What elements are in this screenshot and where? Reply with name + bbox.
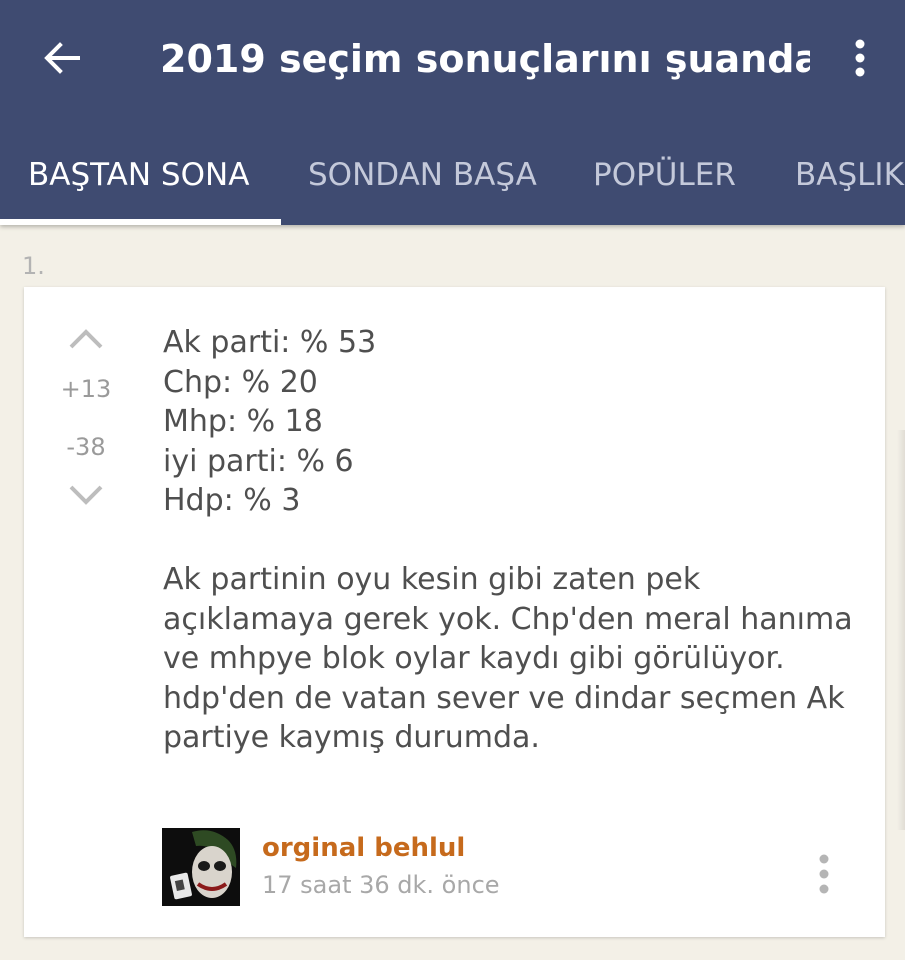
tab-sondan-basa[interactable]: SONDAN BAŞA bbox=[308, 150, 537, 200]
entry-content: Ak parti: % 53 Chp: % 20 Mhp: % 18 iyi p… bbox=[163, 323, 863, 758]
upvote-button[interactable] bbox=[64, 321, 108, 357]
downvote-count: -38 bbox=[66, 433, 106, 461]
upvote-count: +13 bbox=[60, 375, 112, 403]
tab-bastan-sona[interactable]: BAŞTAN SONA bbox=[28, 150, 249, 200]
author-link[interactable]: orginal behlul bbox=[262, 833, 465, 863]
more-vertical-icon bbox=[819, 854, 829, 894]
arrow-left-icon bbox=[44, 42, 80, 74]
paragraph-line: açıklamaya gerek yok. Chp'den meral hanı… bbox=[163, 601, 853, 637]
more-vertical-icon bbox=[855, 39, 865, 77]
paragraph-line: hdp'den de vatan sever ve dindar seçmen … bbox=[163, 680, 845, 716]
result-line: Ak parti: % 53 bbox=[163, 325, 377, 360]
tab-baslik[interactable]: BAŞLIK bbox=[795, 150, 904, 200]
result-line: iyi parti: % 6 bbox=[163, 443, 354, 479]
tab-populer[interactable]: POPÜLER bbox=[593, 150, 736, 200]
paragraph-line: Ak partinin oyu kesin gibi zaten pek bbox=[163, 562, 701, 597]
scroll-edge-shadow bbox=[897, 430, 905, 830]
entry-menu-button[interactable] bbox=[806, 849, 842, 899]
entry-card: +13 -38 Ak parti: % 53 Chp: % 20 Mhp: % … bbox=[24, 287, 885, 937]
entry-timestamp[interactable]: 17 saat 36 dk. önce bbox=[262, 871, 500, 899]
result-line: Mhp: % 18 bbox=[163, 404, 323, 439]
joker-avatar-image bbox=[162, 828, 240, 906]
active-tab-indicator bbox=[0, 219, 281, 225]
result-line: Chp: % 20 bbox=[163, 364, 318, 400]
chevron-up-icon bbox=[69, 329, 103, 349]
overflow-menu-button[interactable] bbox=[838, 34, 882, 82]
chevron-down-icon bbox=[69, 485, 103, 505]
app-bar: 2019 seçim sonuçlarını şuanda... BAŞTAN … bbox=[0, 0, 905, 225]
entry-number: 1. bbox=[22, 252, 45, 280]
avatar[interactable] bbox=[162, 828, 240, 906]
page-title: 2019 seçim sonuçlarını şuanda... bbox=[160, 37, 810, 81]
result-line: Hdp: % 3 bbox=[163, 483, 301, 518]
downvote-button[interactable] bbox=[64, 477, 108, 513]
back-button[interactable] bbox=[38, 34, 86, 82]
paragraph-line: partiye kaymış durumda. bbox=[163, 720, 540, 755]
paragraph-line: ve mhpye blok oylar kaydı gibi görülüyor… bbox=[163, 641, 785, 676]
